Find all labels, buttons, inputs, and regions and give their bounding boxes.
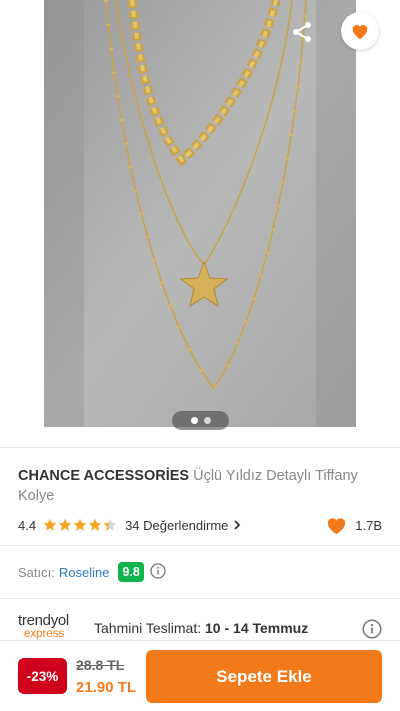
gallery-pagination: [172, 411, 229, 430]
seller-label: Satıcı:: [18, 564, 55, 580]
divider: [0, 598, 400, 599]
seller-info-button[interactable]: [150, 562, 166, 582]
star-icon: [103, 518, 117, 531]
rating-stars: [43, 518, 117, 532]
heart-icon: [328, 517, 346, 534]
reviews-label: 34 Değerlendirme: [125, 517, 229, 533]
heart-icon: [352, 25, 368, 40]
favorite-button[interactable]: [341, 12, 379, 50]
trendyol-express-logo: trendyol express: [18, 613, 88, 643]
product-photo[interactable]: [44, 0, 356, 427]
current-price: 21.90 TL: [76, 679, 137, 696]
logo-text-bottom: express: [24, 628, 65, 640]
pagination-dot-active[interactable]: [190, 417, 198, 424]
bottom-action-bar: -23% 28.8 TL 21.90 TL Sepete Ekle: [0, 640, 400, 711]
star-icon: [58, 518, 72, 531]
rating-score: 4.4: [18, 517, 37, 533]
share-icon: [293, 22, 311, 42]
product-brand[interactable]: CHANCE ACCESSORİES: [18, 468, 189, 484]
star-icon: [73, 518, 87, 531]
back-arrow-icon: [26, 24, 44, 40]
delivery-row: trendyol express Tahmini Teslimat: 10 - …: [18, 613, 382, 643]
chevron-right-icon: [234, 520, 241, 530]
reviews-link[interactable]: 34 Değerlendirme: [125, 518, 242, 533]
info-icon: [362, 619, 382, 639]
share-button[interactable]: [284, 14, 320, 50]
delivery-range: 10 - 14 Temmuz: [205, 620, 309, 636]
info-icon: [150, 562, 166, 579]
pagination-dot[interactable]: [203, 417, 211, 424]
delivery-label: Tahmini Teslimat:: [94, 620, 202, 636]
product-title: CHANCE ACCESSORİES Üçlü Yıldız Detaylı T…: [18, 466, 378, 506]
rating-row: 4.4 34 Değerlendirme 1.7B: [18, 515, 382, 535]
seller-name-link[interactable]: Roseline: [59, 565, 110, 580]
product-image-gallery[interactable]: [0, 0, 400, 432]
delivery-estimate: Tahmini Teslimat: 10 - 14 Temmuz: [94, 620, 308, 636]
divider: [0, 447, 400, 448]
old-price: 28.8 TL: [76, 657, 125, 673]
favorite-count-value: 1.7B: [355, 517, 382, 533]
logo-text-top: trendyol: [18, 612, 69, 629]
divider: [0, 545, 400, 546]
add-to-cart-button[interactable]: Sepete Ekle: [146, 650, 382, 703]
back-button[interactable]: [17, 14, 53, 50]
discount-badge: -23%: [18, 658, 67, 694]
seller-row: Satıcı: Roseline 9.8: [18, 561, 166, 583]
favorite-count: 1.7B: [326, 516, 382, 535]
star-icon: [43, 518, 57, 531]
seller-score-badge: 9.8: [118, 562, 144, 582]
star-icon: [88, 518, 102, 531]
